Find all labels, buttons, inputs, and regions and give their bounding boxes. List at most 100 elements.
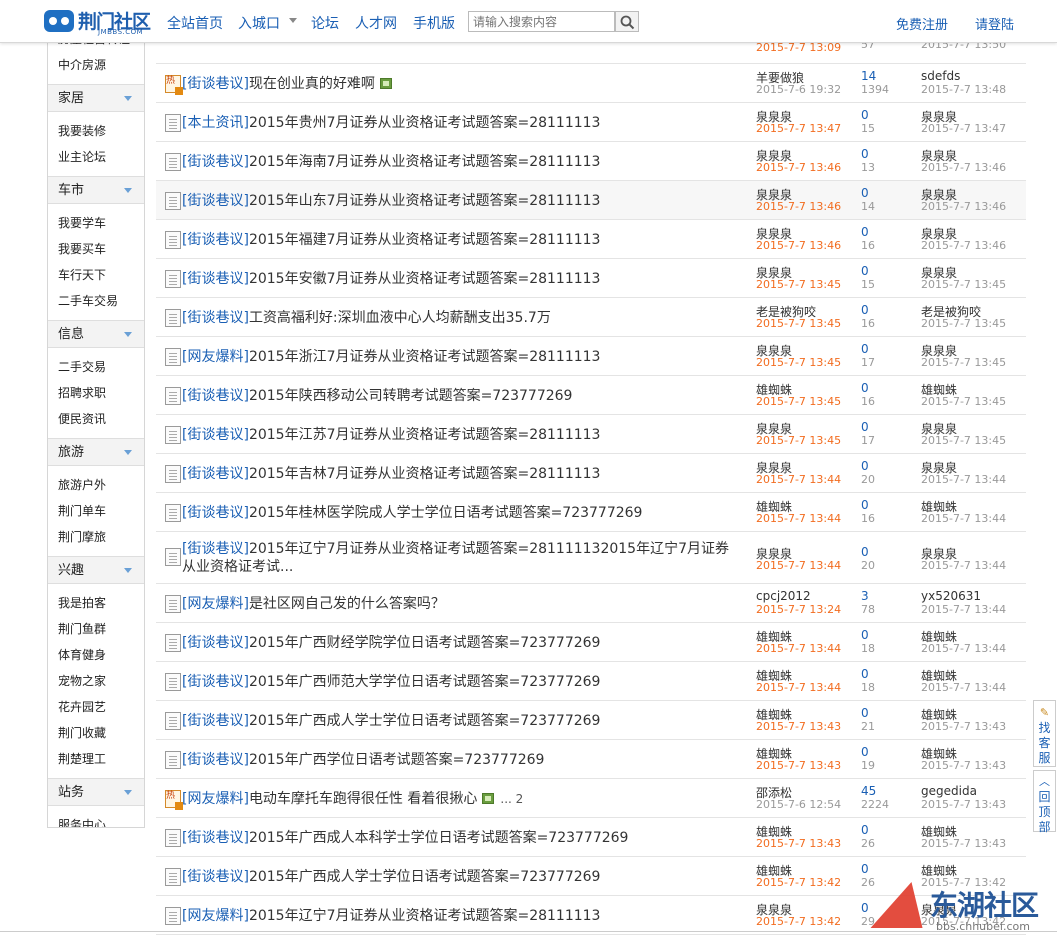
sidebar-item[interactable]: 花卉园艺 xyxy=(48,694,144,720)
thread-title-link[interactable]: 2015年桂林医学院成人学士学位日语考试题答案=723777269 xyxy=(249,505,643,521)
thread-title-link[interactable]: 2015年安徽7月证券从业资格证考试题答案=28111113 xyxy=(249,271,601,287)
sidebar-item[interactable]: 我要买车 xyxy=(48,236,144,262)
thread-category-link[interactable]: [街谈巷议] xyxy=(182,154,249,170)
thread-row[interactable]: 热 [街谈巷议]现在创业真的好难啊 羊要做狼 2015-7-6 19:32 14 1394… xyxy=(156,64,1026,103)
sidebar-item[interactable]: 业主论坛 xyxy=(48,144,144,170)
chevron-down-icon[interactable] xyxy=(124,450,132,455)
sidebar-item[interactable]: 宠物之家 xyxy=(48,668,144,694)
thread-row[interactable]: [街谈巷议]2015年海南7月证券从业资格证考试题答案=28111113 泉泉泉 2… xyxy=(156,142,1026,181)
thread-row[interactable]: [网友爆料]是社区网自己发的什么答案吗？ cpcj2012 2015-7-7 13:… xyxy=(156,584,1026,623)
thread-row[interactable]: [街谈巷议]2015年陕西移动公司转聘考试题答案=723777269 雄蜘蛛 201… xyxy=(156,376,1026,415)
nav-forum[interactable]: 论坛 xyxy=(311,13,339,33)
sidebar-item[interactable]: 便民资讯 xyxy=(48,406,144,432)
thread-title-link[interactable]: 工资高福利好:深圳血液中心人均薪酬支出35.7万 xyxy=(249,310,551,326)
sidebar-item[interactable]: 体育健身 xyxy=(48,642,144,668)
thread-reply-count[interactable]: 14 xyxy=(861,69,876,83)
thread-row[interactable]: [网友爆料]2015年浙江7月证券从业资格证考试题答案=28111113 泉泉泉 2… xyxy=(156,337,1026,376)
thread-title-link[interactable]: 是社区网自己发的什么答案吗？ xyxy=(249,596,445,612)
sidebar-item[interactable]: 旅游户外 xyxy=(48,472,144,498)
login-link[interactable]: 请登陆 xyxy=(975,14,1014,33)
thread-category-link[interactable]: [网友爆料] xyxy=(182,908,249,924)
nav-mobile[interactable]: 手机版 xyxy=(413,13,455,33)
thread-reply-count[interactable]: 0 xyxy=(861,459,869,473)
thread-reply-count[interactable]: 0 xyxy=(861,823,869,837)
thread-title-link[interactable]: 2015年辽宁7月证券从业资格证考试题答案=281111132015年辽宁7月证… xyxy=(182,541,729,575)
thread-title-link[interactable]: 2015年广西成人本科学士学位日语考试题答案=723777269 xyxy=(249,830,629,846)
thread-reply-count[interactable]: 0 xyxy=(861,545,869,559)
sidebar-item[interactable]: 我要学车 xyxy=(48,210,144,236)
sidebar-item[interactable]: 荆门单车 xyxy=(48,498,144,524)
sidebar-item[interactable]: 荆门鱼群 xyxy=(48,616,144,642)
thread-category-link[interactable]: [街谈巷议] xyxy=(182,713,249,729)
chevron-down-icon[interactable] xyxy=(289,18,297,23)
thread-category-link[interactable]: [街谈巷议] xyxy=(182,193,249,209)
thread-reply-count[interactable]: 0 xyxy=(861,628,869,642)
thread-row[interactable]: [街谈巷议]2015年广西成人本科学士学位日语考试题答案=723777269 雄蜘… xyxy=(156,818,1026,857)
search-button[interactable] xyxy=(615,11,639,32)
thread-category-link[interactable]: [街谈巷议] xyxy=(182,752,249,768)
thread-row[interactable]: [本土资讯]2015年贵州7月证券从业资格证考试题答案=28111113 泉泉泉 2… xyxy=(156,103,1026,142)
thread-reply-count[interactable]: 3 xyxy=(861,589,869,603)
thread-reply-count[interactable]: 0 xyxy=(861,498,869,512)
thread-category-link[interactable]: [街谈巷议] xyxy=(182,466,249,482)
thread-reply-count[interactable]: 0 xyxy=(861,342,869,356)
nav-portal[interactable]: 入城口 xyxy=(238,13,280,33)
thread-category-link[interactable]: [街谈巷议] xyxy=(182,505,249,521)
thread-reply-count[interactable]: 45 xyxy=(861,784,876,798)
thread-category-link[interactable]: [街谈巷议] xyxy=(182,427,249,443)
thread-reply-count[interactable]: 0 xyxy=(861,667,869,681)
sidebar-item[interactable]: 二手交易 xyxy=(48,354,144,380)
thread-reply-count[interactable]: 0 xyxy=(861,225,869,239)
thread-category-link[interactable]: [街谈巷议] xyxy=(182,869,249,885)
sidebar-item[interactable]: 车行天下 xyxy=(48,262,144,288)
thread-title-link[interactable]: 2015年吉林7月证券从业资格证考试题答案=28111113 xyxy=(249,466,601,482)
sidebar-item[interactable]: 我是拍客 xyxy=(48,590,144,616)
chevron-down-icon[interactable] xyxy=(124,568,132,573)
thread-reply-count[interactable]: 0 xyxy=(861,901,869,915)
thread-category-link[interactable]: [街谈巷议] xyxy=(182,76,249,92)
thread-row[interactable]: [街谈巷议]2015年桂林医学院成人学士学位日语考试题答案=723777269 雄… xyxy=(156,493,1026,532)
thread-author[interactable]: cpcj2012 xyxy=(756,589,811,603)
site-logo[interactable]: 荆门社区 JMBBS.COM xyxy=(44,7,156,37)
register-link[interactable]: 免费注册 xyxy=(896,14,948,33)
sidebar-item[interactable]: 荆楚理工 xyxy=(48,746,144,772)
thread-title-link[interactable]: 2015年广西成人学士学位日语考试题答案=723777269 xyxy=(249,869,601,885)
thread-title-link[interactable]: 现在创业真的好难啊 xyxy=(249,76,375,92)
thread-title-link[interactable]: 2015年广西财经学院学位日语考试题答案=723777269 xyxy=(249,635,601,651)
last-reply-user[interactable]: yx520631 xyxy=(921,589,981,603)
thread-category-link[interactable]: [街谈巷议] xyxy=(182,830,249,846)
thread-reply-count[interactable]: 0 xyxy=(861,147,869,161)
thread-title-link[interactable]: 2015年广西师范大学学位日语考试题答案=723777269 xyxy=(249,674,601,690)
chevron-down-icon[interactable] xyxy=(124,188,132,193)
thread-row[interactable]: [街谈巷议]2015年吉林7月证券从业资格证考试题答案=28111113 泉泉泉 2… xyxy=(156,454,1026,493)
sidebar-item[interactable]: 我要装修 xyxy=(48,118,144,144)
sidebar-item[interactable]: 荆门摩旅 xyxy=(48,524,144,550)
sidebar-item[interactable]: 荆门收藏 xyxy=(48,720,144,746)
thread-row[interactable]: [街谈巷议]2015年福建7月证券从业资格证考试题答案=28111113 泉泉泉 2… xyxy=(156,220,1026,259)
thread-reply-count[interactable]: 0 xyxy=(861,108,869,122)
thread-category-link[interactable]: [网友爆料] xyxy=(182,349,249,365)
sidebar-item[interactable]: 中介房源 xyxy=(48,52,144,78)
sidebar-item[interactable]: 招聘求职 xyxy=(48,380,144,406)
customer-service-button[interactable]: ✎ 找客服 xyxy=(1033,700,1056,767)
thread-title-link[interactable]: 2015年广西成人学士学位日语考试题答案=723777269 xyxy=(249,713,601,729)
thread-category-link[interactable]: [网友爆料] xyxy=(182,791,249,807)
thread-row[interactable]: [街谈巷议]2015年安徽7月证券从业资格证考试题答案=28111113 泉泉泉 2… xyxy=(156,259,1026,298)
sidebar-item[interactable]: 二手车交易 xyxy=(48,288,144,314)
thread-reply-count[interactable]: 0 xyxy=(861,862,869,876)
thread-pages-link[interactable]: ... 2 xyxy=(500,792,523,806)
thread-row[interactable]: [街谈巷议]2015年江苏7月证券从业资格证考试题答案=28111113 泉泉泉 2… xyxy=(156,415,1026,454)
chevron-down-icon[interactable] xyxy=(124,790,132,795)
thread-row[interactable]: [街谈巷议]工资高福利好:深圳血液中心人均薪酬支出35.7万 老是被狗咬 2015-… xyxy=(156,298,1026,337)
search-input[interactable] xyxy=(468,11,615,32)
thread-row[interactable]: [街谈巷议]2015年辽宁7月证券从业资格证考试题答案=281111132015… xyxy=(156,532,1026,584)
thread-category-link[interactable]: [街谈巷议] xyxy=(182,541,249,557)
thread-row[interactable]: [街谈巷议]2015年山东7月证券从业资格证考试题答案=28111113 泉泉泉 2… xyxy=(156,181,1026,220)
thread-title-link[interactable]: 2015年浙江7月证券从业资格证考试题答案=28111113 xyxy=(249,349,601,365)
thread-reply-count[interactable]: 0 xyxy=(861,420,869,434)
thread-row[interactable]: [街谈巷议]2015年广西财经学院学位日语考试题答案=723777269 雄蜘蛛 2… xyxy=(156,623,1026,662)
thread-category-link[interactable]: [街谈巷议] xyxy=(182,635,249,651)
thread-title-link[interactable]: 电动车摩托车跑得很任性 看着很揪心 xyxy=(249,791,477,807)
thread-title-link[interactable]: 2015年海南7月证券从业资格证考试题答案=28111113 xyxy=(249,154,601,170)
back-to-top-button[interactable]: ︿ 回顶部 xyxy=(1033,770,1056,834)
